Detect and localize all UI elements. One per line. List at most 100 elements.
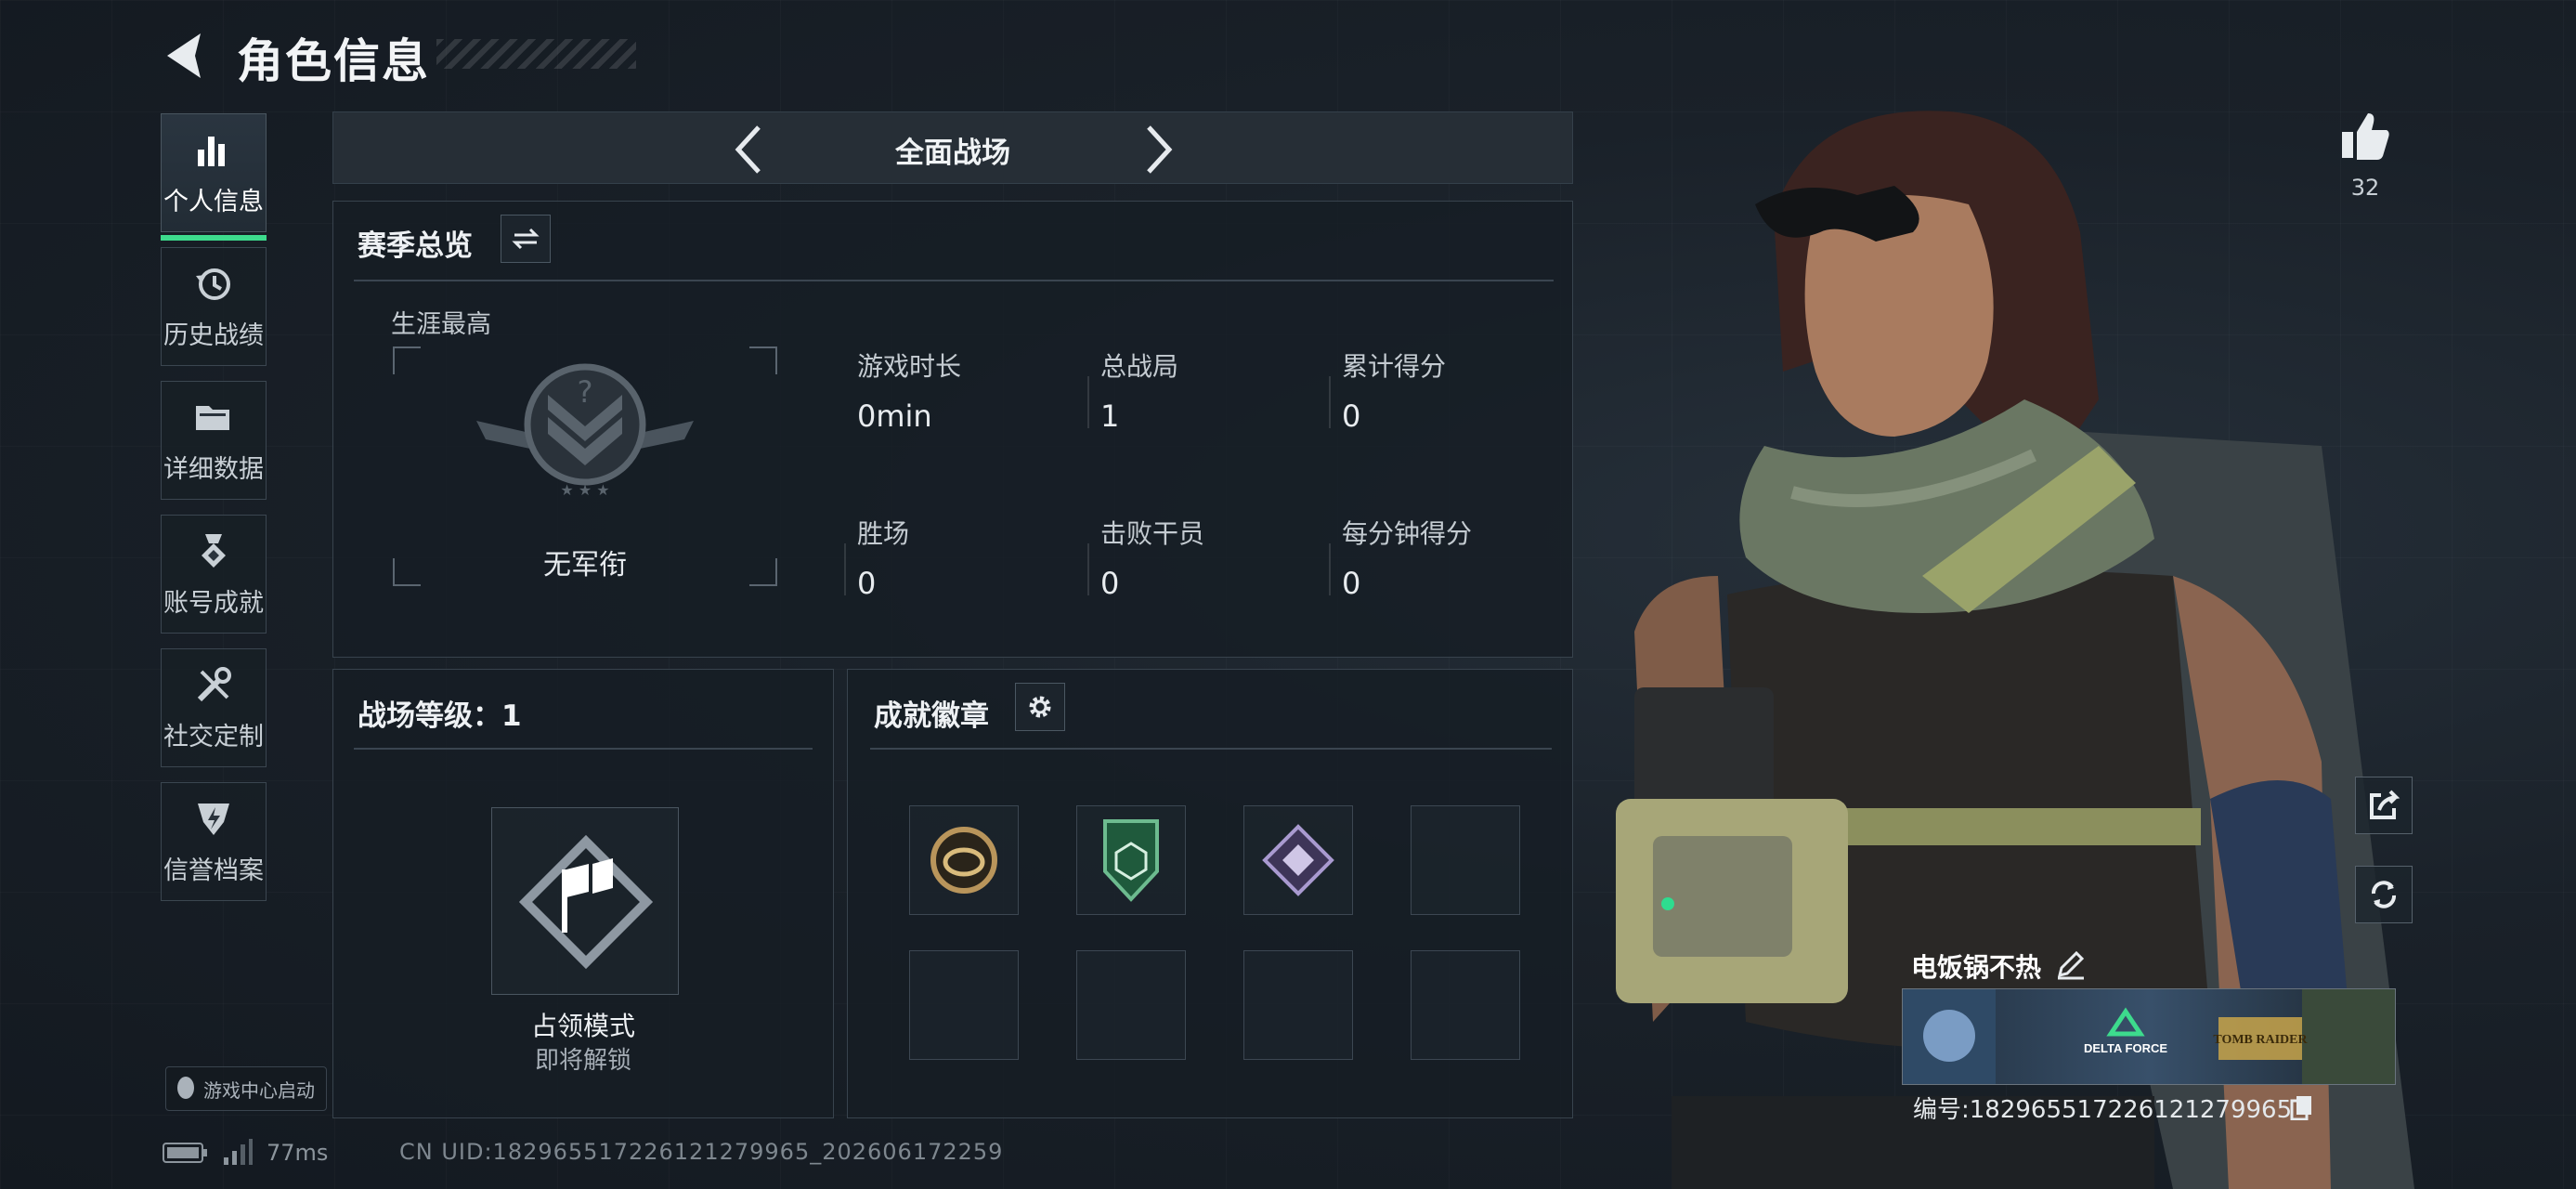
qq-penguin-icon (177, 1077, 194, 1099)
share-button[interactable] (2355, 777, 2413, 834)
mode-name: 占领模式 (530, 1011, 635, 1041)
badge-slot-empty[interactable] (1411, 950, 1520, 1060)
swap-icon (512, 228, 540, 250)
share-icon (2370, 790, 2400, 819)
career-label: 生涯最高 (391, 310, 491, 339)
badge-slot-empty[interactable] (1076, 950, 1186, 1060)
flag-diamond-icon (518, 834, 654, 970)
sidebar-item-detail-data[interactable]: 详细数据 (161, 381, 267, 500)
rank-name: 无军衔 (543, 549, 627, 581)
tools-icon (197, 666, 231, 701)
stat-kills: 击败干员 0 (1087, 514, 1323, 601)
swap-button[interactable] (501, 215, 551, 263)
sidebar-item-label: 详细数据 (163, 454, 264, 484)
pencil-icon (2057, 950, 2085, 980)
banner-logo-1: DELTA FORCE (2084, 1041, 2167, 1055)
stat-value: 0 (857, 566, 877, 601)
sidebar-item-history[interactable]: 历史战绩 (161, 247, 267, 366)
stat-value: 0 (1100, 566, 1120, 601)
medal-icon (202, 533, 226, 568)
level-title: 战场等级：1 (358, 699, 522, 733)
divider (870, 748, 1552, 750)
stat-total-score: 累计得分 0 (1329, 346, 1565, 434)
like-count: 32 (2350, 175, 2380, 201)
rank-emblem-icon: ? ★ ★ ★ (476, 363, 694, 499)
season-overview-panel: 赛季总览 生涯最高 ? ★ ★ ★ 无军衔 游戏时长 0min 总战局 1 累计… (332, 201, 1573, 658)
divider (354, 748, 813, 750)
status-bar: 77ms (163, 1139, 328, 1167)
badge-slot-empty[interactable] (909, 950, 1019, 1060)
banner-logo-2: TOMB RAIDER (2213, 1033, 2308, 1047)
stat-label: 胜场 (857, 518, 910, 549)
game-center-label: 游戏中心启动 (203, 1078, 315, 1102)
like-button[interactable] (2336, 108, 2394, 165)
stat-label: 累计得分 (1342, 351, 1447, 382)
stat-label: 总战局 (1100, 351, 1179, 382)
stat-score-per-minute: 每分钟得分 0 (1329, 514, 1565, 601)
rank-frame: ? ★ ★ ★ 无军衔 (393, 346, 777, 586)
ping-value: 77ms (267, 1140, 329, 1166)
signal-icon (224, 1139, 253, 1165)
edit-name-button[interactable] (2054, 947, 2088, 981)
badge-slot-empty[interactable] (1243, 950, 1353, 1060)
gold-ring-badge-icon (930, 827, 997, 894)
refresh-button[interactable] (2355, 866, 2413, 923)
sidebar-item-credit[interactable]: 信誉档案 (161, 782, 267, 901)
season-title: 赛季总览 (358, 229, 473, 263)
stat-play-time: 游戏时长 0min (857, 346, 1080, 434)
mode-selector: 全面战场 (332, 111, 1573, 184)
level-panel: 战场等级：1 占领模式 即将解锁 (332, 669, 834, 1118)
mode-status: 即将解锁 (534, 1047, 631, 1075)
green-shield-badge-icon (1103, 819, 1159, 902)
player-name: 电饭锅不热 (1911, 952, 2042, 983)
chevron-right-icon (1147, 125, 1173, 174)
badge-slot[interactable] (1243, 805, 1353, 915)
mode-next-button[interactable] (1139, 122, 1177, 177)
sidebar-item-label: 个人信息 (163, 187, 264, 216)
sidebar-item-personal-info[interactable]: 个人信息 (161, 113, 267, 241)
stat-label: 击败干员 (1100, 518, 1205, 549)
sidebar-item-label: 信誉档案 (163, 856, 264, 885)
badge-slot[interactable] (1076, 805, 1186, 915)
stat-wins: 胜场 0 (844, 514, 1080, 601)
back-arrow-icon (167, 33, 201, 78)
copy-icon (2290, 1096, 2311, 1121)
history-icon (196, 268, 230, 300)
sidebar-item-achievements[interactable]: 账号成就 (161, 515, 267, 634)
gear-icon (1029, 696, 1051, 718)
sidebar-item-label: 账号成就 (163, 588, 264, 618)
refresh-icon (2372, 881, 2396, 908)
stat-value: 1 (1100, 399, 1120, 434)
badges-panel: 成就徽章 (847, 669, 1573, 1118)
stat-label: 每分钟得分 (1342, 518, 1473, 549)
name-card-banner[interactable]: DELTA FORCE TOMB RAIDER (1902, 988, 2396, 1085)
badge-slot-empty[interactable] (1411, 805, 1520, 915)
divider (354, 280, 1554, 281)
uid-text: CN UID:182965517226121279965_20260617225… (399, 1139, 1004, 1165)
battery-icon (163, 1143, 207, 1163)
badge-slot[interactable] (909, 805, 1019, 915)
svg-text:★ ★ ★: ★ ★ ★ (560, 481, 609, 499)
stat-value: 0min (857, 399, 932, 434)
badges-title: 成就徽章 (874, 699, 989, 733)
bar-chart-icon (198, 136, 225, 166)
page-title: 角色信息 (237, 34, 430, 88)
back-button[interactable] (158, 28, 217, 84)
purple-diamond-badge-icon (1262, 824, 1334, 896)
sidebar-item-social[interactable]: 社交定制 (161, 648, 267, 767)
player-number: 编号:182965517226121279965 (1913, 1096, 2293, 1124)
sidebar-item-label: 历史战绩 (163, 320, 264, 350)
copy-button[interactable] (2288, 1092, 2316, 1121)
svg-text:?: ? (578, 374, 593, 410)
badge-settings-button[interactable] (1015, 683, 1065, 731)
mode-card[interactable] (491, 807, 679, 995)
stat-value: 0 (1342, 399, 1361, 434)
mode-label: 全面战场 (895, 137, 1010, 170)
sidebar-item-label: 社交定制 (163, 722, 264, 751)
game-center-button[interactable]: 游戏中心启动 (165, 1066, 327, 1111)
stat-label: 游戏时长 (857, 351, 962, 382)
title-decoration (436, 39, 636, 69)
banner-art: DELTA FORCE TOMB RAIDER (1903, 989, 2395, 1084)
shield-bolt-icon (198, 803, 229, 835)
stat-total-matches: 总战局 1 (1087, 346, 1323, 434)
